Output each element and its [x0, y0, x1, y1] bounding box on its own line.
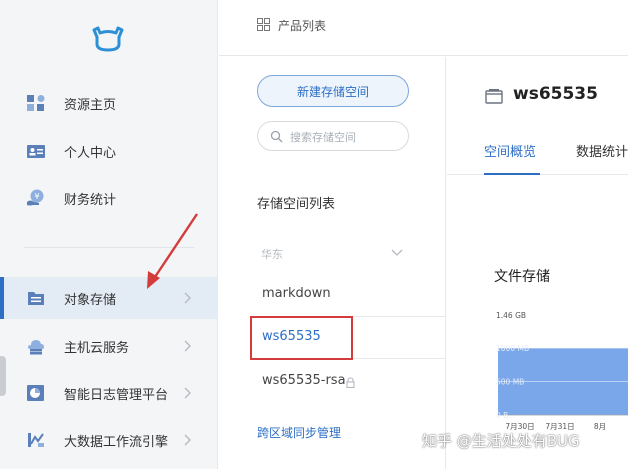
highlight-box [250, 316, 353, 360]
sidebar-item-bigdata-workflow[interactable]: 大数据工作流引擎 [0, 419, 218, 461]
region-label: 华东 [261, 248, 283, 261]
cross-region-sync-link[interactable]: 跨区域同步管理 [257, 424, 341, 441]
active-tab-indicator [484, 173, 540, 175]
region-selector[interactable]: 华东 [257, 244, 409, 264]
sidebar-item-finance[interactable]: ¥ 财务统计 [0, 177, 218, 219]
tab-overview[interactable]: 空间概览 [484, 141, 536, 160]
divider [353, 358, 446, 359]
breadcrumb-product-list[interactable]: 产品列表 [278, 17, 326, 34]
finance-icon: ¥ [27, 189, 44, 206]
chevron-right-icon [184, 434, 191, 446]
chart-y-tick-label: 500 MB [496, 378, 524, 387]
sidebar-item-label: 智能日志管理平台 [64, 387, 169, 403]
chart-y-tick-label: 1.46 GB [496, 311, 526, 320]
pie-chart-icon [27, 385, 44, 401]
storage-section-title: 文件存储 [494, 269, 550, 285]
bucket-item-ws65535-rsa[interactable]: ws65535-rsa [262, 373, 346, 388]
sidebar-item-label: 对象存储 [64, 292, 117, 308]
sidebar-item-label: 财务统计 [64, 192, 117, 208]
chart-y-tick-label: 1000 MB [496, 344, 529, 353]
watermark: 知乎 @生活处处有BUG [422, 432, 580, 450]
sidebar-item-label: 资源主页 [64, 97, 117, 113]
sidebar-item-personal-center[interactable]: 个人中心 [0, 130, 218, 172]
bucket-list-title: 存储空间列表 [257, 197, 336, 212]
bucket-item-markdown[interactable]: markdown [262, 286, 331, 301]
lock-icon [346, 377, 355, 388]
search-placeholder: 搜索存储空间 [290, 131, 356, 144]
chevron-down-icon [391, 249, 403, 256]
sidebar-item-cloud-host[interactable]: 主机云服务 [0, 325, 218, 367]
chart-x-tick-label: 8月 [594, 422, 606, 431]
sidebar: 资源主页 个人中心 ¥ 财务统计 对象存储 主机云服务 智能日志管理平台 大数据… [0, 0, 218, 469]
sidebar-item-label: 个人中心 [64, 145, 117, 161]
sidebar-item-label: 大数据工作流引擎 [64, 434, 169, 450]
id-card-icon [27, 145, 45, 158]
sidebar-item-resource-home[interactable]: 资源主页 [0, 82, 218, 124]
tab-statistics[interactable]: 数据统计 [576, 141, 628, 160]
new-bucket-button[interactable]: 新建存储空间 [257, 75, 409, 107]
chevron-right-icon [184, 387, 191, 399]
bucket-icon [485, 89, 503, 104]
search-icon [270, 130, 283, 143]
bucket-title: ws65535 [513, 84, 598, 104]
search-input[interactable]: 搜索存储空间 [257, 121, 409, 151]
divider [24, 247, 194, 248]
breadcrumb: 产品列表 [219, 0, 628, 56]
sidebar-item-object-storage[interactable]: 对象存储 [0, 277, 218, 319]
sidebar-item-label: 主机云服务 [64, 340, 130, 356]
sidebar-item-log-platform[interactable]: 智能日志管理平台 [0, 372, 218, 414]
logo-icon[interactable] [88, 24, 128, 54]
dashboard-icon [27, 95, 45, 111]
grid-icon [257, 18, 270, 31]
server-icon [28, 340, 44, 355]
chevron-right-icon [184, 292, 191, 304]
workflow-icon [28, 433, 44, 447]
folder-icon [28, 292, 44, 305]
chart-y-tick-label: 0 B [496, 411, 508, 420]
chevron-right-icon [184, 340, 191, 352]
bucket-detail-panel: ws65535 空间概览 数据统计 文件存储 1.46 GB 1000 MB 500… [447, 57, 628, 469]
svg-text:¥: ¥ [34, 192, 39, 201]
storage-list-panel: 新建存储空间 搜索存储空间 存储空间列表 华东 markdown ws65535… [219, 57, 446, 469]
